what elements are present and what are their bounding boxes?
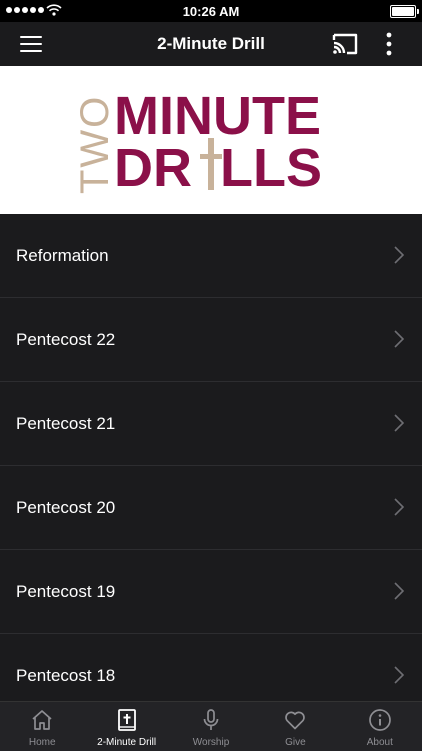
navigation-bar: 2-Minute Drill <box>0 22 422 66</box>
cast-icon[interactable] <box>330 30 360 58</box>
list-item-label: Pentecost 21 <box>16 414 116 433</box>
home-icon <box>32 710 52 730</box>
drill-list: Reformation Pentecost 22 Pentecost 21 Pe… <box>0 214 422 701</box>
tab-give[interactable]: Give <box>253 702 337 751</box>
info-icon <box>368 709 391 731</box>
list-item[interactable]: Pentecost 20 <box>0 466 422 550</box>
chevron-right-icon <box>394 582 404 600</box>
tab-worship[interactable]: Worship <box>169 702 253 751</box>
svg-text:LLS: LLS <box>220 138 322 198</box>
banner: TWO MINUTE DR LLS <box>0 66 422 214</box>
list-item-label: Pentecost 18 <box>16 666 116 685</box>
status-time: 10:26 AM <box>182 4 240 19</box>
tab-label: 2-Minute Drill <box>97 737 157 748</box>
chevron-right-icon <box>394 666 404 684</box>
chevron-right-icon <box>394 498 404 516</box>
tab-about[interactable]: About <box>338 702 422 751</box>
tab-label: Home <box>28 737 56 748</box>
tab-2-minute-drill[interactable]: 2-Minute Drill <box>84 702 168 751</box>
list-item[interactable]: Pentecost 21 <box>0 382 422 466</box>
chevron-right-icon <box>394 330 404 348</box>
list-item-label: Reformation <box>16 246 109 265</box>
list-item[interactable]: Pentecost 18 <box>0 634 422 701</box>
svg-text:TWO: TWO <box>73 95 117 194</box>
battery-icon <box>390 5 419 18</box>
list-item[interactable]: Pentecost 22 <box>0 298 422 382</box>
tab-label: About <box>366 737 393 748</box>
more-options-icon[interactable] <box>378 30 400 58</box>
tab-label: Worship <box>192 737 230 748</box>
heart-icon <box>285 711 306 730</box>
list-item-label: Pentecost 19 <box>16 582 116 601</box>
tab-bar: Home 2-Minute Drill Worship Give About <box>0 701 422 751</box>
list-item[interactable]: Pentecost 19 <box>0 550 422 634</box>
two-minute-drills-logo: TWO MINUTE DR LLS <box>73 86 322 198</box>
chevron-right-icon <box>394 414 404 432</box>
status-bar: 10:26 AM <box>0 0 422 22</box>
svg-text:DR: DR <box>114 138 192 198</box>
tab-home[interactable]: Home <box>0 702 84 751</box>
chevron-right-icon <box>394 246 404 264</box>
microphone-icon <box>203 709 219 730</box>
bible-icon <box>117 709 136 731</box>
list-item[interactable]: Reformation <box>0 214 422 298</box>
list-item-label: Pentecost 20 <box>16 498 116 517</box>
list-item-label: Pentecost 22 <box>16 330 116 349</box>
svg-text:MINUTE: MINUTE <box>114 86 321 146</box>
tab-label: Give <box>285 737 306 748</box>
